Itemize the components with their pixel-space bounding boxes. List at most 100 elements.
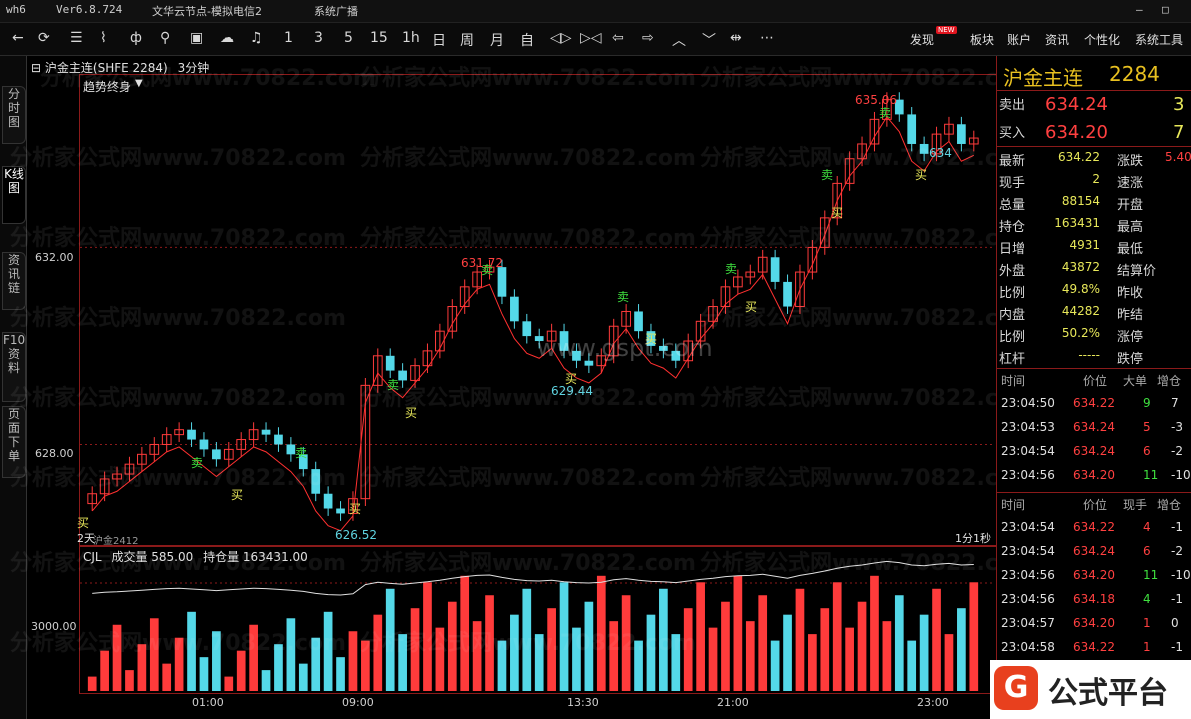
back-arrow-icon[interactable]: ← (12, 30, 24, 46)
tab-kline[interactable]: K线图 (2, 166, 26, 224)
x-label-0100: 01:00 (192, 696, 224, 709)
volume-value: 成交量 585.00 (111, 550, 194, 564)
menu-personalize[interactable]: 个性化 (1084, 31, 1120, 48)
menu-news[interactable]: 资讯 (1045, 31, 1069, 48)
period-5[interactable]: 5 (344, 30, 353, 46)
period-15[interactable]: 15 (370, 30, 388, 46)
volume-bar (547, 608, 556, 691)
menu-account[interactable]: 账户 (1007, 31, 1031, 48)
table-row[interactable]: 23:04:54 634.24 6 -2 (997, 440, 1191, 464)
x-label-0900: 09:00 (342, 696, 374, 709)
period-month[interactable]: 月 (490, 30, 504, 50)
menu-sector[interactable]: 板块 (970, 31, 994, 48)
volume-bar (137, 644, 147, 691)
bid-volume: 7 (1173, 122, 1185, 143)
list-icon[interactable]: ☰ (70, 30, 83, 46)
brand-logo: G 公式平台 (990, 660, 1191, 719)
buy-signal: 买 (77, 516, 90, 530)
tab-page-order[interactable]: 页面下单 (2, 406, 26, 478)
table-row[interactable]: 23:04:58 634.22 1 -1 (997, 636, 1191, 660)
period-day[interactable]: 日 (432, 30, 446, 50)
vol-indicator-selector[interactable]: CJL (83, 550, 102, 564)
table-row[interactable]: 23:04:54 634.22 4 -1 (997, 516, 1191, 540)
app-name: wh6 (6, 3, 26, 16)
field-value: 2 (1092, 172, 1100, 186)
table-row[interactable]: 23:04:53 634.24 5 -3 (997, 416, 1191, 440)
table-row[interactable]: 23:04:56 634.20 11 -10 (997, 464, 1191, 488)
period-1[interactable]: 1 (284, 30, 293, 46)
row-volume: 11 (1143, 568, 1159, 582)
field-label-2: 跌停 (1117, 352, 1144, 367)
maximize-icon[interactable]: □ (1162, 3, 1169, 16)
cursor-icon[interactable]: ⇹ (730, 30, 742, 46)
tab-news-chain[interactable]: 资讯链 (2, 252, 26, 310)
right-arrow-icon[interactable]: ⇨ (642, 30, 654, 46)
tab-f10[interactable]: F10资料 (2, 332, 26, 402)
volume-bar (696, 582, 705, 691)
refresh-icon[interactable]: ⟳ (38, 30, 50, 46)
field-value: 44282 (1061, 304, 1100, 318)
volume-bar (745, 621, 755, 691)
candle-body (199, 439, 209, 450)
logo-text: 公式平台 (1048, 676, 1168, 711)
candle-body (770, 257, 780, 282)
ask-volume: 3 (1173, 94, 1185, 115)
quote-code: 2284 (1109, 62, 1160, 86)
row-oi-change: -2 (1171, 544, 1183, 558)
server-name[interactable]: 文华云节点-模拟电信2 (152, 3, 262, 19)
zoom-out-icon[interactable]: ▷◁ (580, 30, 602, 46)
cloud-icon[interactable]: ☁ (220, 30, 234, 46)
menu-discover[interactable]: 发现 (910, 31, 934, 48)
draw-icon[interactable]: ⌇ (100, 30, 107, 46)
period-custom[interactable]: 自 (520, 30, 534, 50)
quote-field-row: 现手 2 速涨 (997, 172, 1191, 194)
period-selector[interactable]: 3分钟 (178, 61, 210, 75)
candle-icon[interactable]: ф (130, 30, 142, 46)
buy-signal: 买 (831, 206, 844, 220)
table-row[interactable]: 23:04:57 634.20 1 0 (997, 612, 1191, 636)
quote-field-row: 总量 88154 开盘 (997, 194, 1191, 216)
buy-signal: 买 (745, 300, 758, 314)
table-row[interactable]: 23:04:54 634.24 6 -2 (997, 540, 1191, 564)
system-broadcast[interactable]: 系统广播 (314, 3, 358, 19)
volume-bar (497, 640, 507, 691)
candlestick-svg[interactable] (80, 75, 994, 543)
row-price: 634.24 (1073, 420, 1115, 434)
row-oi-change: -1 (1171, 520, 1183, 534)
period-1h[interactable]: 1h (402, 30, 420, 46)
menu-system-tools[interactable]: 系统工具 (1135, 31, 1183, 48)
period-week[interactable]: 周 (460, 30, 474, 50)
candle-body (261, 429, 271, 435)
volume-bar (261, 670, 271, 691)
sell-signal: 卖 (617, 290, 630, 304)
row-volume: 11 (1143, 468, 1159, 482)
volume-bar (423, 582, 432, 691)
volume-bar (671, 634, 681, 691)
field-label-2: 最低 (1117, 242, 1144, 257)
field-label-2: 涨跌 (1117, 154, 1144, 169)
volume-bar (969, 582, 979, 691)
volume-svg[interactable] (80, 547, 994, 691)
tab-timeshare[interactable]: 分时图 (2, 86, 26, 144)
split-icon[interactable]: ⚲ (160, 30, 170, 46)
up-chevron-icon[interactable]: ︿ (672, 30, 686, 50)
minus-icon[interactable]: ⊟ (31, 61, 41, 75)
down-chevron-icon[interactable]: ﹀ (702, 30, 716, 50)
candle-body (398, 370, 407, 381)
trend-line (91, 116, 975, 532)
period-3[interactable]: 3 (314, 30, 323, 46)
table-row[interactable]: 23:04:50 634.22 9 7 (997, 392, 1191, 416)
volume-bar (721, 601, 730, 691)
table-row[interactable]: 23:04:56 634.18 4 -1 (997, 588, 1191, 612)
zoom-in-icon[interactable]: ◁▷ (550, 30, 572, 46)
candle-body (323, 493, 333, 509)
more-icon[interactable]: ⋯ (760, 30, 774, 46)
row-price: 634.24 (1073, 444, 1115, 458)
candle-body (957, 124, 966, 144)
table-row[interactable]: 23:04:56 634.20 11 -10 (997, 564, 1191, 588)
left-arrow-icon[interactable]: ⇦ (612, 30, 624, 46)
bell-icon[interactable]: ♫ (250, 30, 263, 46)
kline-chart-area[interactable]: ⊟ 沪金主连(SHFE 2284) 3分钟 趋势终身 ▼ 632.00 628.… (27, 56, 997, 719)
minimize-icon[interactable]: — (1136, 3, 1143, 16)
window-icon[interactable]: ▣ (190, 30, 203, 46)
